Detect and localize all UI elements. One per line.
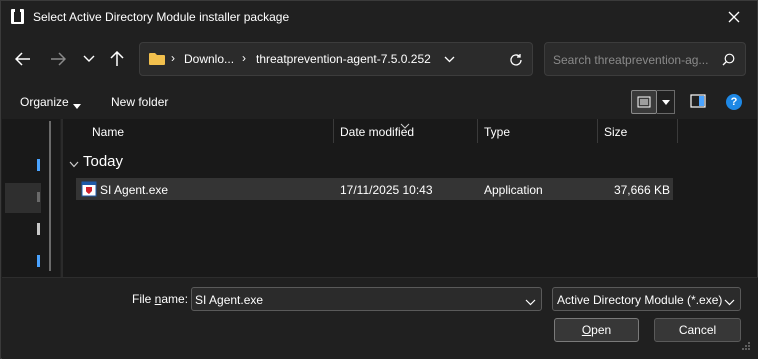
new-folder-button[interactable]: New folder bbox=[111, 95, 168, 109]
search-box[interactable]: Search threatprevention-ag... bbox=[544, 42, 746, 76]
back-button[interactable] bbox=[9, 45, 37, 73]
open-button[interactable]: Open bbox=[554, 318, 639, 342]
file-type-cell: Application bbox=[484, 183, 543, 197]
exe-file-icon bbox=[81, 181, 97, 197]
file-name-label: File name: bbox=[132, 292, 189, 306]
cancel-button[interactable]: Cancel bbox=[654, 318, 741, 342]
column-divider[interactable] bbox=[677, 119, 678, 143]
organize-menu[interactable]: Organize bbox=[20, 95, 69, 109]
help-icon[interactable]: ? bbox=[726, 94, 742, 110]
column-header-name[interactable]: Name bbox=[92, 125, 124, 139]
file-name-field[interactable]: SI Agent.exe bbox=[191, 287, 542, 311]
organize-chevron-icon bbox=[73, 98, 81, 112]
folder-icon bbox=[148, 52, 166, 69]
group-header-today[interactable]: Today bbox=[83, 153, 123, 170]
search-input[interactable]: Search threatprevention-ag... bbox=[553, 53, 718, 67]
chevron-right-icon: › bbox=[171, 51, 175, 65]
file-name-dropdown-button[interactable] bbox=[525, 295, 536, 309]
address-dropdown-button[interactable] bbox=[444, 52, 455, 66]
column-divider[interactable] bbox=[477, 119, 478, 143]
file-type-filter[interactable]: Active Directory Module (*.exe) bbox=[552, 287, 741, 311]
nav-item-icon[interactable] bbox=[37, 192, 40, 202]
navigation-item-selected[interactable] bbox=[5, 183, 41, 213]
chevron-down-icon bbox=[724, 299, 735, 306]
group-collapse-icon[interactable] bbox=[69, 157, 79, 171]
forward-arrow-icon bbox=[51, 52, 66, 66]
view-details-icon bbox=[637, 96, 651, 108]
nav-item-icon[interactable] bbox=[37, 159, 40, 171]
address-bar[interactable]: › Downlo... › threatprevention-agent-7.5… bbox=[139, 42, 533, 76]
column-divider[interactable] bbox=[597, 119, 598, 143]
refresh-button[interactable] bbox=[504, 49, 528, 71]
file-type-filter-value: Active Directory Module (*.exe) bbox=[557, 293, 723, 307]
breadcrumb-current-folder[interactable]: threatprevention-agent-7.5.0.252 bbox=[256, 52, 431, 66]
file-size-cell: 37,666 KB bbox=[613, 183, 670, 197]
nav-item-icon[interactable] bbox=[37, 223, 40, 235]
chevron-down-icon bbox=[661, 99, 670, 105]
column-header-size[interactable]: Size bbox=[604, 125, 627, 139]
nav-item-icon[interactable] bbox=[37, 255, 40, 267]
close-icon bbox=[728, 11, 740, 23]
title-bar: Select Active Directory Module installer… bbox=[1, 1, 757, 33]
app-icon bbox=[10, 8, 25, 25]
file-date-cell: 17/11/2025 10:43 bbox=[340, 183, 433, 197]
file-dialog: Select Active Directory Module installer… bbox=[0, 0, 758, 359]
window-title: Select Active Directory Module installer… bbox=[33, 10, 290, 24]
forward-button[interactable] bbox=[44, 45, 72, 73]
resize-grip-icon[interactable] bbox=[741, 340, 751, 354]
chevron-right-icon[interactable]: › bbox=[242, 51, 246, 65]
up-button[interactable] bbox=[103, 45, 131, 73]
column-header-date-modified[interactable]: Date modified bbox=[340, 125, 414, 139]
file-name-input[interactable]: SI Agent.exe bbox=[195, 293, 263, 307]
breadcrumb-downloads[interactable]: Downlo... bbox=[184, 52, 234, 66]
file-name-cell: SI Agent.exe bbox=[100, 183, 169, 197]
recent-locations-button[interactable] bbox=[75, 45, 103, 73]
view-details-button[interactable] bbox=[631, 90, 657, 114]
up-arrow-icon bbox=[110, 51, 124, 66]
close-button[interactable] bbox=[711, 1, 757, 33]
navigation-pane-scrollbar[interactable] bbox=[49, 121, 52, 271]
recent-dropdown-icon bbox=[83, 55, 95, 62]
column-divider[interactable] bbox=[333, 119, 334, 143]
preview-pane-icon bbox=[690, 94, 706, 108]
chevron-down-icon bbox=[444, 56, 455, 63]
file-type-dropdown-button[interactable] bbox=[724, 295, 735, 309]
refresh-icon bbox=[510, 54, 522, 66]
chevron-down-icon bbox=[525, 299, 536, 306]
preview-pane-button[interactable] bbox=[690, 94, 706, 111]
column-header-type[interactable]: Type bbox=[484, 125, 510, 139]
view-options-dropdown[interactable] bbox=[657, 90, 675, 114]
table-row[interactable]: SI Agent.exe 17/11/2025 10:43 Applicatio… bbox=[76, 178, 673, 200]
search-icon[interactable] bbox=[722, 53, 735, 69]
back-arrow-icon bbox=[15, 52, 30, 66]
